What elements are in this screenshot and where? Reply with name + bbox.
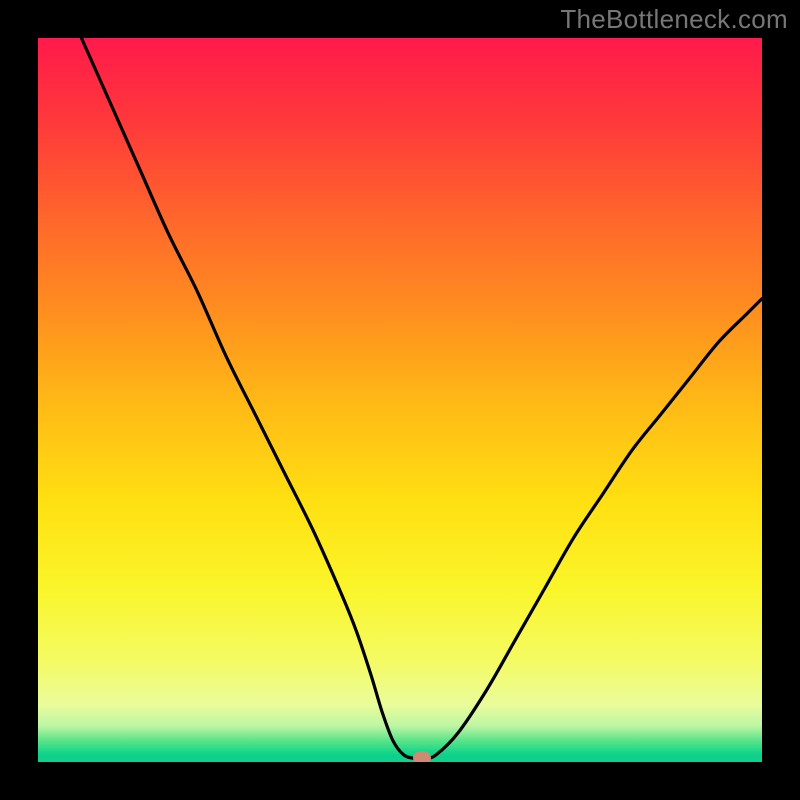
watermark-text: TheBottleneck.com <box>560 4 788 35</box>
curve-layer <box>38 38 762 762</box>
bottleneck-curve <box>81 38 762 759</box>
chart-frame: TheBottleneck.com <box>0 0 800 800</box>
optimal-point-marker <box>413 751 431 762</box>
plot-area <box>38 38 762 762</box>
